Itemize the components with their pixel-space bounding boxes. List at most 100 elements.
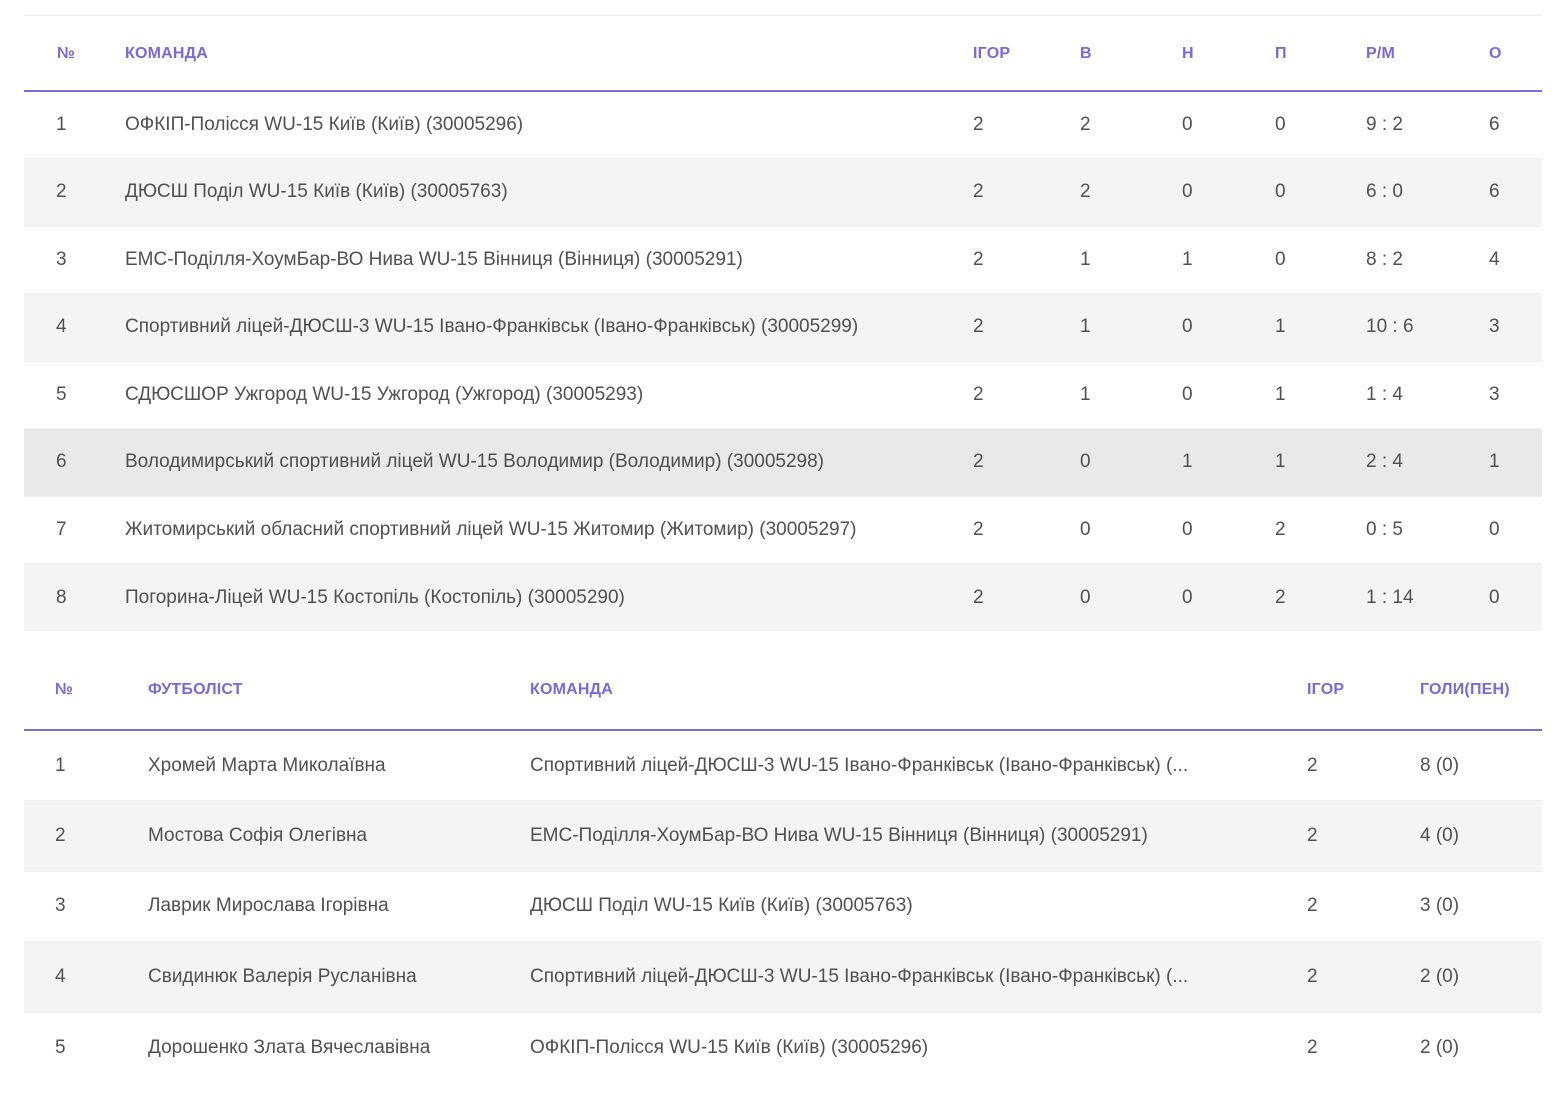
- cell-games: 2: [973, 495, 1080, 564]
- table-row[interactable]: 4 Спортивний ліцей-ДЮСШ-3 WU-15 Івано-Фра…: [24, 293, 1542, 361]
- cell-games: 2: [973, 90, 1080, 159]
- cell-draws: 0: [1182, 360, 1275, 429]
- table-row[interactable]: 8 Погорина-Ліцей WU-15 Костопіль (Костопі…: [24, 563, 1542, 631]
- table-row[interactable]: 2 Мостова Софія Олегівна ЕМС-Поділля-ХоумБ…: [24, 800, 1542, 871]
- cell-wins: 0: [1080, 495, 1182, 564]
- table-row[interactable]: 1 ОФКІП-Полісся WU-15 Київ (Київ) (300052…: [24, 90, 1542, 159]
- cell-games: 2: [1307, 1011, 1420, 1083]
- cell-team: ДЮСШ Поділ WU-15 Київ (Київ) (30005763): [530, 870, 1307, 942]
- cell-games: 2: [973, 360, 1080, 429]
- cell-number: 6: [24, 428, 125, 496]
- cell-team: Володимирський спортивний ліцей WU-15 Во…: [125, 428, 973, 496]
- cell-points: 0: [1489, 563, 1542, 631]
- cell-goal-diff: 2 : 4: [1366, 428, 1489, 496]
- cell-number: 1: [24, 729, 148, 801]
- cell-player: Свидинюк Валерія Русланівна: [148, 941, 530, 1012]
- cell-losses: 1: [1275, 428, 1366, 496]
- table-row[interactable]: 4 Свидинюк Валерія Русланівна Спортивний л…: [24, 941, 1542, 1012]
- scorers-table: № ФУТБОЛІСТ КОМАНДА ІГОР ГОЛИ(ПЕН) 1 Хром…: [24, 650, 1542, 1083]
- cell-losses: 1: [1275, 360, 1366, 429]
- cell-losses: 2: [1275, 495, 1366, 564]
- col-header-losses[interactable]: П: [1275, 16, 1366, 92]
- col-header-team[interactable]: КОМАНДА: [530, 650, 1307, 731]
- cell-points: 3: [1489, 360, 1542, 429]
- cell-goal-diff: 9 : 2: [1366, 90, 1489, 159]
- table-row[interactable]: 5 Дорошенко Злата Вячеславівна ОФКІП-Поліс…: [24, 1011, 1542, 1083]
- cell-losses: 0: [1275, 158, 1366, 226]
- cell-goals: 2 (0): [1420, 941, 1542, 1012]
- cell-team: ОФКІП-Полісся WU-15 Київ (Київ) (3000529…: [125, 90, 973, 159]
- table-row[interactable]: 2 ДЮСШ Поділ WU-15 Київ (Київ) (30005763)…: [24, 158, 1542, 226]
- cell-games: 2: [1307, 870, 1420, 942]
- col-header-games[interactable]: ІГОР: [1307, 650, 1420, 731]
- cell-team: ДЮСШ Поділ WU-15 Київ (Київ) (30005763): [125, 158, 973, 226]
- table-row[interactable]: 7 Житомирський обласний спортивний ліцей …: [24, 495, 1542, 564]
- cell-wins: 0: [1080, 563, 1182, 631]
- cell-wins: 2: [1080, 90, 1182, 159]
- standings-table: № КОМАНДА ІГОР В Н П Р/М О 1 ОФКІП-Полісс…: [24, 16, 1542, 631]
- cell-goal-diff: 1 : 4: [1366, 360, 1489, 429]
- cell-goal-diff: 6 : 0: [1366, 158, 1489, 226]
- cell-goal-diff: 8 : 2: [1366, 225, 1489, 294]
- cell-losses: 0: [1275, 225, 1366, 294]
- cell-team: Спортивний ліцей-ДЮСШ-3 WU-15 Івано-Фран…: [125, 293, 973, 361]
- cell-losses: 1: [1275, 293, 1366, 361]
- cell-games: 2: [973, 293, 1080, 361]
- cell-team: Спортивний ліцей-ДЮСШ-3 WU-15 Івано-Фран…: [530, 729, 1307, 801]
- cell-points: 4: [1489, 225, 1542, 294]
- cell-games: 2: [973, 225, 1080, 294]
- cell-number: 2: [24, 800, 148, 871]
- cell-draws: 0: [1182, 563, 1275, 631]
- cell-points: 3: [1489, 293, 1542, 361]
- table-row[interactable]: 3 Лаврик Мирослава Ігорівна ДЮСШ Поділ WU-…: [24, 870, 1542, 942]
- cell-wins: 1: [1080, 293, 1182, 361]
- col-header-wins[interactable]: В: [1080, 16, 1182, 92]
- cell-games: 2: [973, 563, 1080, 631]
- col-header-team[interactable]: КОМАНДА: [125, 16, 973, 92]
- col-header-number[interactable]: №: [24, 650, 148, 731]
- col-header-games[interactable]: ІГОР: [973, 16, 1080, 92]
- table-row[interactable]: 1 Хромей Марта Миколаївна Спортивний ліцей…: [24, 729, 1542, 801]
- table-row[interactable]: 6 Володимирський спортивний ліцей WU-15 В…: [24, 428, 1542, 496]
- cell-number: 1: [24, 90, 125, 159]
- cell-number: 5: [24, 1011, 148, 1083]
- cell-draws: 0: [1182, 495, 1275, 564]
- col-header-points[interactable]: О: [1489, 16, 1542, 92]
- cell-team: Житомирський обласний спортивний ліцей W…: [125, 495, 973, 564]
- cell-draws: 0: [1182, 158, 1275, 226]
- cell-goals: 2 (0): [1420, 1011, 1542, 1083]
- cell-wins: 1: [1080, 225, 1182, 294]
- cell-points: 6: [1489, 158, 1542, 226]
- cell-team: ОФКІП-Полісся WU-15 Київ (Київ) (3000529…: [530, 1011, 1307, 1083]
- table-row[interactable]: 3 ЕМС-Поділля-ХоумБар-ВО Нива WU-15 Вінни…: [24, 225, 1542, 294]
- cell-games: 2: [973, 158, 1080, 226]
- col-header-number[interactable]: №: [24, 16, 125, 92]
- cell-points: 0: [1489, 495, 1542, 564]
- cell-losses: 0: [1275, 90, 1366, 159]
- cell-draws: 0: [1182, 90, 1275, 159]
- cell-number: 5: [24, 360, 125, 429]
- cell-wins: 0: [1080, 428, 1182, 496]
- col-header-goals[interactable]: ГОЛИ(ПЕН): [1420, 650, 1542, 731]
- cell-goal-diff: 10 : 6: [1366, 293, 1489, 361]
- cell-number: 4: [24, 293, 125, 361]
- cell-player: Хромей Марта Миколаївна: [148, 729, 530, 801]
- cell-number: 2: [24, 158, 125, 226]
- cell-team: Погорина-Ліцей WU-15 Костопіль (Костопіл…: [125, 563, 973, 631]
- standings-header-row: № КОМАНДА ІГОР В Н П Р/М О: [24, 16, 1542, 92]
- cell-goal-diff: 0 : 5: [1366, 495, 1489, 564]
- cell-number: 3: [24, 225, 125, 294]
- cell-player: Дорошенко Злата Вячеславівна: [148, 1011, 530, 1083]
- col-header-draws[interactable]: Н: [1182, 16, 1275, 92]
- cell-number: 8: [24, 563, 125, 631]
- cell-goals: 3 (0): [1420, 870, 1542, 942]
- cell-goal-diff: 1 : 14: [1366, 563, 1489, 631]
- cell-draws: 1: [1182, 428, 1275, 496]
- cell-games: 2: [1307, 800, 1420, 871]
- table-row[interactable]: 5 СДЮСШОР Ужгород WU-15 Ужгород (Ужгород)…: [24, 360, 1542, 429]
- cell-games: 2: [1307, 729, 1420, 801]
- col-header-goal-diff[interactable]: Р/М: [1366, 16, 1489, 92]
- col-header-player[interactable]: ФУТБОЛІСТ: [148, 650, 530, 731]
- cell-team: ЕМС-Поділля-ХоумБар-ВО Нива WU-15 Вінниц…: [530, 800, 1307, 871]
- cell-number: 7: [24, 495, 125, 564]
